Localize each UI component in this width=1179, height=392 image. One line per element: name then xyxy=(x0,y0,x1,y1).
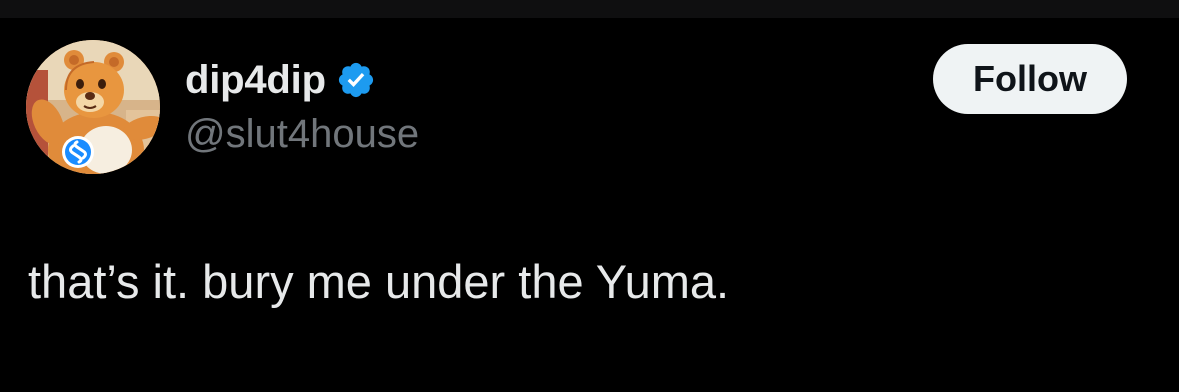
author-name-row: dip4dip xyxy=(185,57,376,103)
author-handle[interactable]: @slut4house xyxy=(185,111,419,157)
tweet-text: that’s it. bury me under the Yuma. xyxy=(28,255,730,308)
follow-button[interactable]: Follow xyxy=(933,44,1127,114)
tweet-card: dip4dip @slut4house Follow that’s it. bu… xyxy=(0,0,1179,392)
author-avatar[interactable] xyxy=(26,40,160,174)
bear-avatar-icon xyxy=(26,40,160,174)
verified-badge-icon[interactable] xyxy=(336,60,376,100)
top-divider xyxy=(0,0,1179,18)
author-display-name[interactable]: dip4dip xyxy=(185,57,326,103)
